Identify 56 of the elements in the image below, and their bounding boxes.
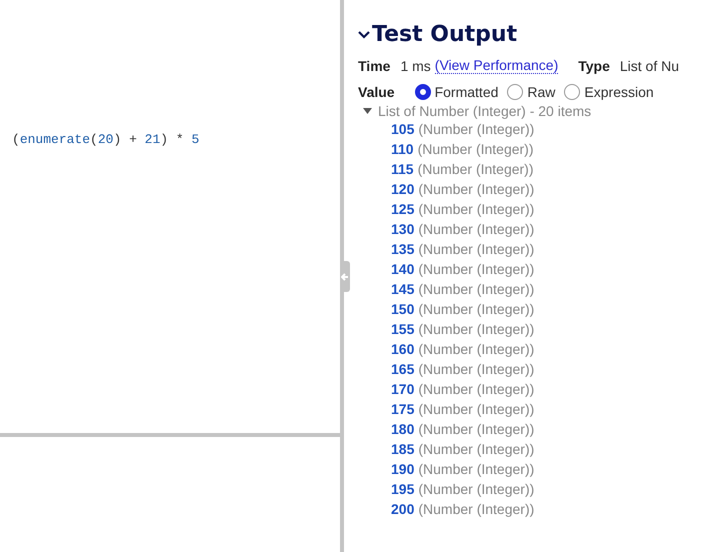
item-value: 105 (391, 121, 414, 137)
radio-option[interactable]: Raw (507, 84, 556, 100)
code-line: (enumerate(20) + 21) * 5 (12, 132, 200, 147)
view-performance-link[interactable]: (View Performance) (434, 57, 558, 74)
item-value: 150 (391, 301, 414, 317)
item-value: 145 (391, 281, 414, 297)
item-value: 180 (391, 421, 414, 437)
item-value: 125 (391, 201, 414, 217)
radio-option[interactable]: Expression (564, 84, 654, 100)
type-label: Type (578, 58, 610, 74)
item-type: (Number (Integer)) (418, 201, 534, 217)
item-value: 135 (391, 241, 414, 257)
item-type: (Number (Integer)) (418, 381, 534, 397)
item-value: 130 (391, 221, 414, 237)
time-value: 1 ms (400, 58, 431, 74)
collapse-handle[interactable] (340, 261, 350, 292)
item-type: (Number (Integer)) (418, 301, 534, 317)
item-value: 120 (391, 181, 414, 197)
chevron-icon[interactable] (358, 30, 370, 40)
item-type: (Number (Integer)) (418, 421, 534, 437)
time-label: Time (358, 58, 390, 74)
item-type: (Number (Integer)) (418, 121, 534, 137)
item-type: (Number (Integer)) (418, 181, 534, 197)
item-value: 195 (391, 481, 414, 497)
item-value: 185 (391, 441, 414, 457)
value-label: Value (358, 84, 395, 100)
expand-triangle-icon[interactable] (363, 108, 372, 114)
item-type: (Number (Integer)) (418, 501, 534, 517)
item-type: (Number (Integer)) (418, 161, 534, 177)
item-type: (Number (Integer)) (418, 141, 534, 157)
item-value: 175 (391, 401, 414, 417)
panel-title: Test Output (372, 22, 518, 47)
item-value: 140 (391, 261, 414, 277)
item-type: (Number (Integer)) (418, 221, 534, 237)
item-value: 190 (391, 461, 414, 477)
item-type: (Number (Integer)) (418, 461, 534, 477)
item-type: (Number (Integer)) (418, 441, 534, 457)
item-type: (Number (Integer)) (418, 481, 534, 497)
item-value: 200 (391, 501, 414, 517)
item-value: 115 (391, 161, 414, 177)
item-type: (Number (Integer)) (418, 261, 534, 277)
item-type: (Number (Integer)) (418, 281, 534, 297)
radio-option[interactable]: Formatted (414, 84, 498, 100)
item-type: (Number (Integer)) (418, 361, 534, 377)
item-type: (Number (Integer)) (418, 321, 534, 337)
item-type: (Number (Integer)) (418, 401, 534, 417)
list-summary: List of Number (Integer) - 20 items (378, 103, 592, 119)
item-type: (Number (Integer)) (418, 341, 534, 357)
left-arrow-icon (341, 272, 349, 280)
item-value: 160 (391, 341, 414, 357)
item-value: 155 (391, 321, 414, 337)
item-type: (Number (Integer)) (418, 241, 534, 257)
item-value: 110 (391, 141, 414, 157)
type-value: List of Nu (620, 58, 680, 74)
item-value: 170 (391, 381, 414, 397)
item-value: 165 (391, 361, 414, 377)
